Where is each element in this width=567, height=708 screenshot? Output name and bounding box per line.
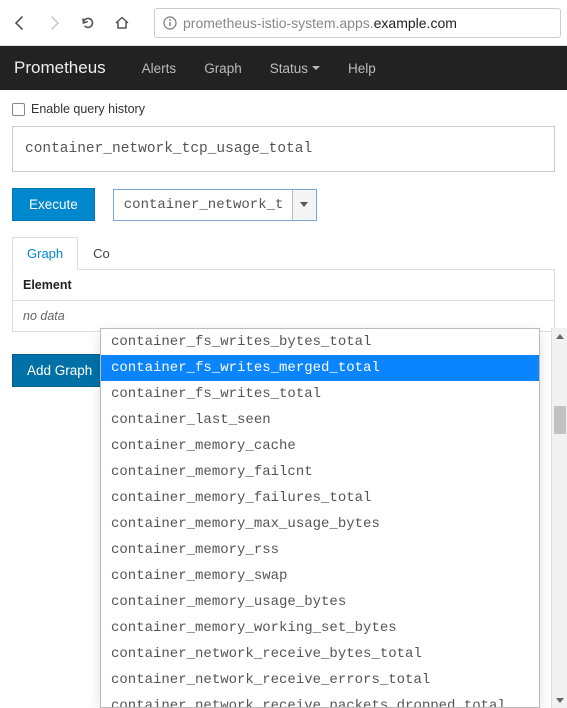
home-button[interactable] [108,9,136,37]
dropdown-item[interactable]: container_memory_usage_bytes [101,589,539,615]
result-tabs: Graph Co [12,237,555,270]
forward-arrow-icon [46,15,62,31]
dropdown-item[interactable]: container_memory_rss [101,537,539,563]
nav-help[interactable]: Help [334,61,390,76]
main-nav: Prometheus Alerts Graph Status Help [0,46,567,90]
chevron-up-icon [556,334,564,339]
chevron-down-icon [300,202,308,207]
back-arrow-icon [12,15,28,31]
dropdown-item[interactable]: container_last_seen [101,407,539,433]
back-button[interactable] [6,9,34,37]
metric-combobox [113,189,317,221]
table-empty-row: no data [13,301,554,331]
dropdown-item[interactable]: container_fs_writes_bytes_total [101,329,539,355]
execute-row: Execute [12,188,555,221]
add-graph-button[interactable]: Add Graph [12,354,107,387]
browser-toolbar: prometheus-istio-system.apps.example.com [0,0,567,46]
metric-combobox-toggle[interactable] [292,190,316,220]
info-icon [163,16,177,30]
reload-icon [80,15,96,31]
dropdown-item[interactable]: container_memory_working_set_bytes [101,615,539,641]
dropdown-item[interactable]: container_network_receive_bytes_total [101,641,539,667]
dropdown-item[interactable]: container_memory_failures_total [101,485,539,511]
nav-alerts[interactable]: Alerts [128,61,191,76]
brand-title: Prometheus [14,58,106,78]
scrollbar-down-button[interactable] [552,692,567,708]
result-table: Element no data [12,270,555,332]
tab-console[interactable]: Co [78,237,125,269]
dropdown-item[interactable]: container_network_receive_packets_droppe… [101,693,539,708]
table-header-element: Element [13,270,554,301]
reload-button[interactable] [74,9,102,37]
dropdown-item[interactable]: container_fs_writes_merged_total [101,355,539,381]
dropdown-item[interactable]: container_network_receive_errors_total [101,667,539,693]
chevron-down-icon [312,66,320,70]
enable-history-checkbox[interactable] [12,103,25,116]
dropdown-scrollbar[interactable] [551,328,567,708]
forward-button [40,9,68,37]
nav-status-label: Status [270,61,308,76]
metric-dropdown: container_fs_writes_bytes_totalcontainer… [100,328,540,708]
dropdown-item[interactable]: container_memory_cache [101,433,539,459]
dropdown-item[interactable]: container_memory_swap [101,563,539,589]
chevron-down-icon [556,698,564,703]
metric-combobox-input[interactable] [114,190,292,220]
content-area: Enable query history container_network_t… [0,90,567,387]
nav-graph[interactable]: Graph [190,61,256,76]
execute-button[interactable]: Execute [12,188,95,221]
dropdown-item[interactable]: container_fs_writes_total [101,381,539,407]
enable-history-label: Enable query history [31,102,145,116]
home-icon [114,15,130,31]
query-expression-input[interactable]: container_network_tcp_usage_total [12,126,555,172]
address-bar[interactable]: prometheus-istio-system.apps.example.com [154,8,561,38]
history-toggle-row: Enable query history [12,102,555,116]
scrollbar-up-button[interactable] [552,328,567,344]
nav-status[interactable]: Status [256,61,334,76]
tab-graph[interactable]: Graph [12,237,78,270]
dropdown-item[interactable]: container_memory_failcnt [101,459,539,485]
scrollbar-thumb[interactable] [554,406,566,434]
url-text: prometheus-istio-system.apps.example.com [183,15,457,31]
dropdown-item[interactable]: container_memory_max_usage_bytes [101,511,539,537]
